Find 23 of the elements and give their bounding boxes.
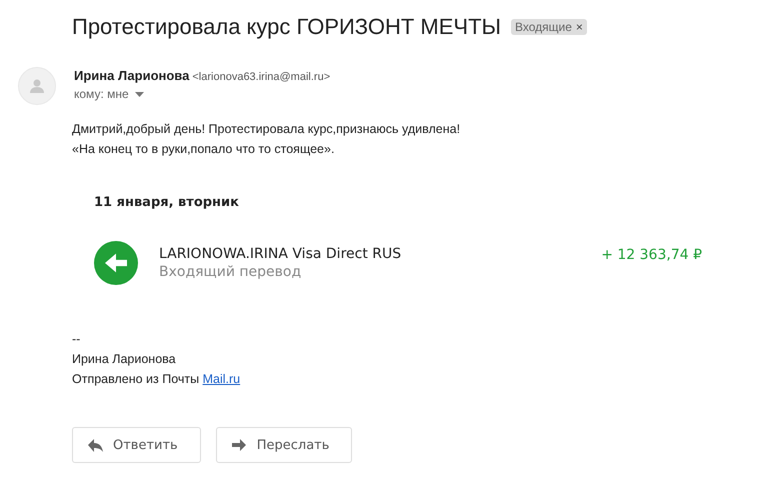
close-icon[interactable]: × bbox=[576, 20, 583, 34]
forward-button[interactable]: Переслать bbox=[216, 427, 352, 463]
transaction-type: Входящий перевод bbox=[159, 264, 302, 280]
body-text: «На конец то в руки,попало что то стоящее». bbox=[72, 141, 336, 158]
reply-button[interactable]: Ответить bbox=[72, 427, 201, 463]
mail-link[interactable]: Mail.ru bbox=[202, 372, 240, 386]
label-tag[interactable]: Входящие × bbox=[510, 19, 587, 35]
sender-email: <larionova63.irina@mail.ru> bbox=[192, 71, 330, 83]
signature-separator: -- bbox=[72, 331, 82, 348]
transaction-amount: + 12 363,74 ₽ bbox=[601, 247, 702, 263]
signature-name: Ирина Ларионова bbox=[72, 351, 177, 368]
person-icon bbox=[29, 78, 45, 94]
email-subject: Протестировала курс ГОРИЗОНТ МЕЧТЫ bbox=[72, 14, 501, 40]
body-text: Дмитрий,добрый день! Протестировала курс,признаюсь удивлена! bbox=[72, 121, 462, 138]
label-text: Входящие bbox=[514, 20, 572, 34]
reply-arrow-icon bbox=[87, 438, 103, 452]
transaction-title: LARIONOWA.IRINA Visa Direct RUS bbox=[159, 246, 402, 262]
forward-arrow-icon bbox=[230, 438, 247, 452]
sender-name: Ирина Ларионова bbox=[74, 68, 190, 83]
recipient-text: кому: мне bbox=[74, 87, 129, 101]
caret-icon[interactable] bbox=[134, 92, 144, 96]
receipt-date: 11 января, вторник bbox=[94, 195, 240, 210]
sent-from-text: Отправлено из Почты Mail.ru bbox=[72, 371, 242, 388]
